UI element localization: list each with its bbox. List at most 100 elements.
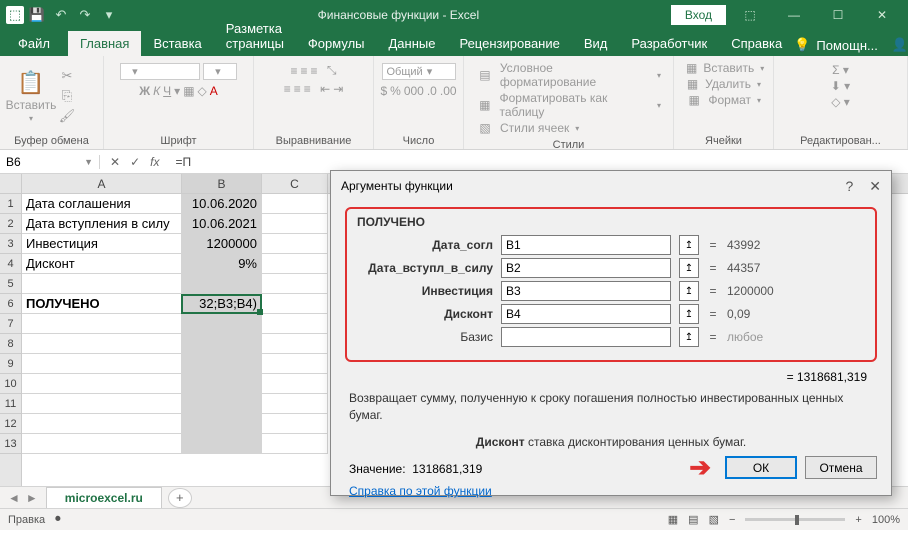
align-center-icon[interactable]: ≡ [294,82,301,96]
add-sheet-button[interactable]: + [168,488,192,508]
currency-icon[interactable]: $ [380,84,387,98]
tell-me-label[interactable]: Помощн... [816,38,877,53]
share-button[interactable]: 👤 Поделиться [884,34,908,56]
zoom-level[interactable]: 100% [872,514,900,526]
cell[interactable] [262,214,328,234]
insert-cells[interactable]: ▦Вставить▾ [686,61,761,75]
font-size[interactable]: ▾ [203,63,237,80]
align-bot-icon[interactable]: ≡ [311,64,318,78]
cell[interactable]: Инвестиция [22,234,182,254]
align-top-icon[interactable]: ≡ [291,64,298,78]
number-format[interactable]: Общий▾ [382,63,456,80]
comma-icon[interactable]: 000 [404,84,424,98]
cell[interactable]: Дата вступления в силу [22,214,182,234]
zoom-slider[interactable] [745,518,845,521]
arg-input[interactable] [501,327,671,347]
cell[interactable] [262,414,328,434]
row-header[interactable]: 10 [0,374,21,394]
view-normal-icon[interactable]: ▦ [668,513,678,526]
cell[interactable] [262,234,328,254]
cell[interactable] [182,434,262,454]
cell[interactable]: 9% [182,254,262,274]
font-color-icon[interactable]: A [210,84,218,98]
autosave-icon[interactable]: ⬚ [6,6,24,24]
row-header[interactable]: 2 [0,214,21,234]
row-header[interactable]: 6 [0,294,21,314]
align-left-icon[interactable]: ≡ [284,82,291,96]
cell[interactable]: 32;B3;B4) [182,294,262,314]
cancel-formula-icon[interactable]: ✕ [110,155,120,169]
cell[interactable] [262,374,328,394]
row-header[interactable]: 4 [0,254,21,274]
cell-styles[interactable]: ▧Стили ячеек▾ [476,121,661,135]
dialog-close-icon[interactable]: ✕ [869,178,881,195]
row-header[interactable]: 8 [0,334,21,354]
cell[interactable] [182,414,262,434]
format-as-table[interactable]: ▦Форматировать как таблицу▾ [476,91,661,119]
orientation-icon[interactable]: ⤡ [327,63,337,78]
cell[interactable]: ПОЛУЧЕНО [22,294,182,314]
arg-input[interactable]: B4 [501,304,671,324]
format-painter-icon[interactable]: 🖌 [56,107,78,125]
font-name[interactable]: ▾ [120,63,200,80]
row-header[interactable]: 13 [0,434,21,454]
clear-icon[interactable]: ◇ ▾ [831,95,850,109]
range-select-icon[interactable]: ↥ [679,327,699,347]
cell[interactable] [182,394,262,414]
tab-review[interactable]: Рецензирование [447,31,571,56]
cut-icon[interactable]: ✂ [56,67,78,85]
tell-me-icon[interactable]: 💡 [794,37,810,53]
fx-icon[interactable]: fx [150,155,159,169]
range-select-icon[interactable]: ↥ [679,281,699,301]
cell[interactable] [182,334,262,354]
cell[interactable] [22,394,182,414]
copy-icon[interactable]: ⎘ [56,87,78,105]
cell[interactable] [262,294,328,314]
cell[interactable]: 10.06.2021 [182,214,262,234]
range-select-icon[interactable]: ↥ [679,304,699,324]
tab-view[interactable]: Вид [572,31,620,56]
formula-input[interactable]: =П [169,155,191,169]
col-header[interactable]: C [262,174,328,193]
align-right-icon[interactable]: ≡ [304,82,311,96]
zoom-in-icon[interactable]: + [855,514,861,526]
cell[interactable] [262,274,328,294]
arg-input[interactable]: B2 [501,258,671,278]
tab-insert[interactable]: Вставка [141,31,213,56]
row-header[interactable]: 5 [0,274,21,294]
cell[interactable]: Дисконт [22,254,182,274]
autosum-icon[interactable]: Σ ▾ [832,63,849,77]
range-select-icon[interactable]: ↥ [679,235,699,255]
align-mid-icon[interactable]: ≡ [301,64,308,78]
percent-icon[interactable]: % [390,84,401,98]
italic-button[interactable]: К [153,84,160,98]
tab-file[interactable]: Файл [0,31,68,56]
minimize-icon[interactable]: — [774,0,814,30]
cell[interactable] [262,314,328,334]
arg-input[interactable]: B3 [501,281,671,301]
row-header[interactable]: 1 [0,194,21,214]
close-icon[interactable]: ✕ [862,0,902,30]
cancel-button[interactable]: Отмена [805,456,877,479]
inc-dec-icon[interactable]: .0 [427,84,437,98]
cell[interactable] [182,274,262,294]
cell[interactable]: 1200000 [182,234,262,254]
cell[interactable]: 10.06.2020 [182,194,262,214]
cell[interactable] [22,354,182,374]
tab-formulas[interactable]: Формулы [296,31,377,56]
cell[interactable] [262,194,328,214]
tab-home[interactable]: Главная [68,31,141,56]
cell[interactable] [182,314,262,334]
zoom-out-icon[interactable]: − [729,514,735,526]
name-box[interactable]: B6▼ [0,155,100,169]
cell[interactable]: Дата соглашения [22,194,182,214]
maximize-icon[interactable]: ☐ [818,0,858,30]
cell[interactable] [182,374,262,394]
range-select-icon[interactable]: ↥ [679,258,699,278]
cell[interactable] [262,254,328,274]
cell[interactable] [22,274,182,294]
indent-inc-icon[interactable]: ⇥ [333,82,343,96]
cell[interactable] [22,334,182,354]
select-all-corner[interactable] [0,174,21,194]
arg-input[interactable]: B1 [501,235,671,255]
